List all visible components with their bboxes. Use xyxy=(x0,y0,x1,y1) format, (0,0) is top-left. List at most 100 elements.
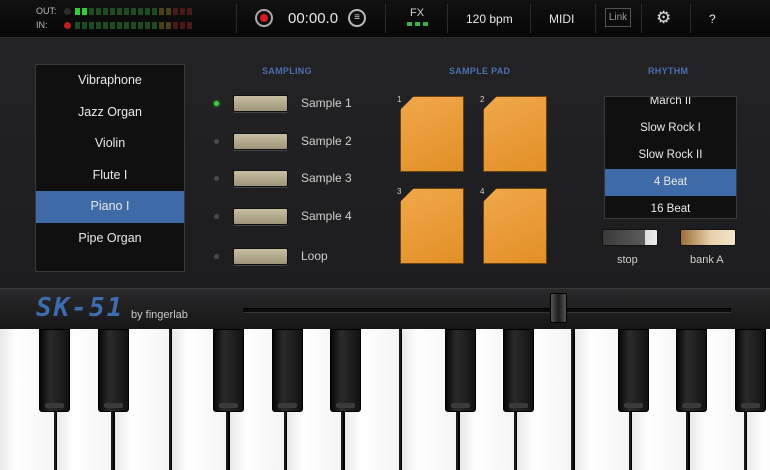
sample-button[interactable] xyxy=(233,169,288,187)
meter-segment xyxy=(131,7,136,15)
list-icon[interactable]: ≡ xyxy=(348,9,366,27)
rhythm-scroll: March II Slow Rock I Slow Rock II 4 Beat… xyxy=(605,97,736,218)
rhythm-list[interactable]: March II Slow Rock I Slow Rock II 4 Beat… xyxy=(604,96,737,219)
meter-segment xyxy=(152,7,157,15)
black-key[interactable] xyxy=(445,329,476,412)
meter-segment xyxy=(131,21,136,29)
gear-icon[interactable]: ⚙ xyxy=(656,8,671,28)
divider xyxy=(530,4,531,33)
rhythm-item[interactable]: March II xyxy=(605,97,736,115)
sample-pad-1[interactable] xyxy=(400,96,464,172)
meter-segment xyxy=(166,21,171,29)
black-key[interactable] xyxy=(330,329,361,412)
sample-pad-3[interactable] xyxy=(400,188,464,264)
sample-led xyxy=(214,175,219,181)
divider xyxy=(690,4,691,33)
rhythm-item[interactable]: 16 Beat xyxy=(605,196,736,218)
meter-segment xyxy=(180,21,185,29)
loop-row[interactable]: Loop xyxy=(214,246,328,266)
level-meters: OUT: IN: xyxy=(36,4,236,34)
instrument-item[interactable]: Violin xyxy=(36,128,184,160)
time-display: 00:00.0 xyxy=(288,10,339,27)
black-key[interactable] xyxy=(272,329,303,412)
meter-segment xyxy=(117,21,122,29)
black-key[interactable] xyxy=(618,329,649,412)
meter-segment xyxy=(180,7,185,15)
sample-pad-4[interactable] xyxy=(483,188,547,264)
instrument-item[interactable]: Pipe Organ xyxy=(36,223,184,255)
sample-pad-2[interactable] xyxy=(483,96,547,172)
sample-row[interactable]: Sample 3 xyxy=(214,168,352,188)
meter-segment xyxy=(89,7,94,15)
meter-segment xyxy=(124,7,129,15)
loop-label: Loop xyxy=(301,249,328,263)
meter-segment xyxy=(138,21,143,29)
fx-label: FX xyxy=(409,7,425,19)
black-key[interactable] xyxy=(676,329,707,412)
instrument-item-selected[interactable]: Piano I xyxy=(36,191,184,223)
meter-segment xyxy=(145,7,150,15)
sample-row[interactable]: Sample 2 xyxy=(214,131,352,151)
piano-keyboard[interactable] xyxy=(0,329,770,470)
tempo-button[interactable]: 120 bpm xyxy=(466,12,513,26)
sample-button[interactable] xyxy=(233,94,288,112)
logo: SK-51 xyxy=(36,293,125,323)
instrument-item[interactable]: Jazz Organ xyxy=(36,97,184,129)
instrument-item[interactable]: Vibraphone xyxy=(36,65,184,97)
meter-segment xyxy=(152,21,157,29)
pitch-slider-track[interactable] xyxy=(243,308,731,313)
instrument-item[interactable]: Flute I xyxy=(36,160,184,192)
stop-toggle[interactable] xyxy=(602,229,658,246)
loop-button[interactable] xyxy=(233,247,288,265)
byline: by fingerlab xyxy=(131,309,188,321)
meter-segment xyxy=(159,7,164,15)
meter-segment xyxy=(103,21,108,29)
meter-segment xyxy=(96,21,101,29)
pitch-slider-thumb[interactable] xyxy=(550,293,567,323)
meter-segment xyxy=(82,21,87,29)
record-icon[interactable] xyxy=(255,9,273,27)
meter-segment xyxy=(103,7,108,15)
meter-segment xyxy=(75,21,80,29)
meter-segment xyxy=(159,21,164,29)
help-button[interactable]: ? xyxy=(709,12,716,26)
black-key[interactable] xyxy=(39,329,70,412)
sample-button[interactable] xyxy=(233,132,288,150)
link-button[interactable]: Link xyxy=(605,8,631,27)
sample-label: Sample 2 xyxy=(301,134,352,148)
sample-label: Sample 1 xyxy=(301,96,352,110)
black-key[interactable] xyxy=(735,329,766,412)
in-meter: IN: xyxy=(36,20,194,30)
rhythm-item[interactable]: Slow Rock I xyxy=(605,115,736,142)
fx-button[interactable]: FX xyxy=(405,7,429,26)
sample-label: Sample 3 xyxy=(301,171,352,185)
midi-button[interactable]: MIDI xyxy=(549,12,574,26)
divider xyxy=(595,4,596,33)
meter-segment xyxy=(173,7,178,15)
instrument-list[interactable]: Vibraphone Jazz Organ Violin Flute I Pia… xyxy=(35,64,185,272)
meter-segment xyxy=(75,7,80,15)
pad-number: 1 xyxy=(397,95,402,104)
meter-segment xyxy=(96,7,101,15)
sample-led xyxy=(214,100,219,106)
black-key[interactable] xyxy=(98,329,129,412)
black-key[interactable] xyxy=(213,329,244,412)
divider xyxy=(236,4,237,33)
meter-segment xyxy=(110,7,115,15)
bank-toggle[interactable] xyxy=(680,229,736,246)
black-key[interactable] xyxy=(503,329,534,412)
in-label: IN: xyxy=(36,20,48,30)
meter-segment xyxy=(82,7,87,15)
sample-label: Sample 4 xyxy=(301,209,352,223)
rhythm-item-selected[interactable]: 4 Beat xyxy=(605,169,736,196)
rhythm-item[interactable]: Slow Rock II xyxy=(605,142,736,169)
sample-row[interactable]: Sample 4 xyxy=(214,206,352,226)
sample-button[interactable] xyxy=(233,207,288,225)
sample-row[interactable]: Sample 1 xyxy=(214,93,352,113)
meter-segment xyxy=(173,21,178,29)
sample-led xyxy=(214,138,219,144)
pad-number: 2 xyxy=(480,95,485,104)
rhythm-title: RHYTHM xyxy=(648,66,689,76)
out-led xyxy=(64,7,71,15)
divider xyxy=(641,4,642,33)
